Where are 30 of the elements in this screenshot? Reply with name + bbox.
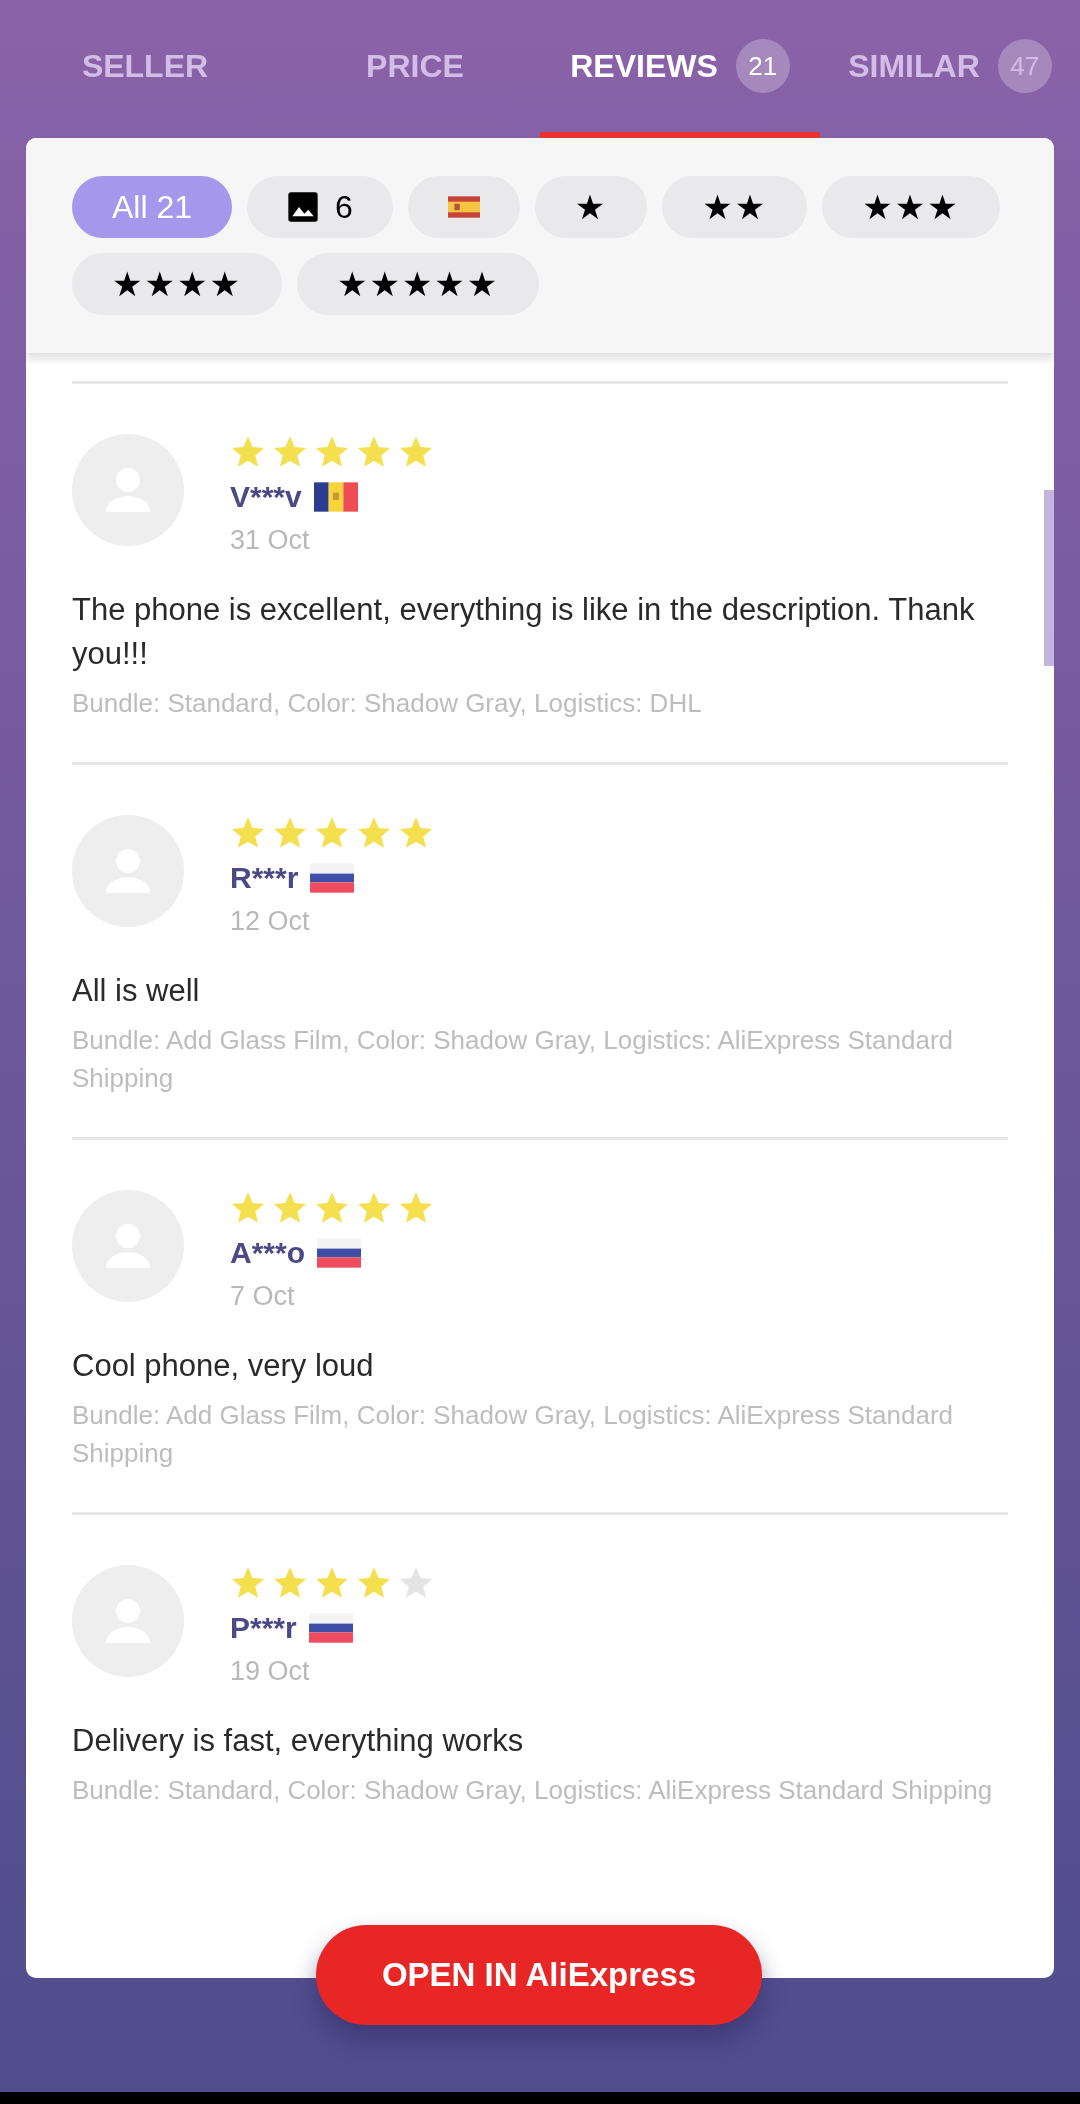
review-text: The phone is excellent, everything is like in the description. Thank you!!! [72,591,976,673]
image-icon [287,191,320,223]
review-date: 12 Oct [230,905,311,938]
flag-icon [313,482,358,512]
review-text: All is well [72,972,201,1010]
review-details: Bundle: Standard, Color: Shadow Gray, Logistics: DHL [72,687,703,720]
count-badge: 21 [735,39,790,93]
reviewer-name: A***o [230,1235,305,1271]
filter-chip[interactable]: ★★ [662,176,808,238]
reviewer-name: V***v [230,479,302,515]
filter-chip[interactable]: ★★★★★ [296,253,540,315]
review-details: Bundle: Standard, Color: Shadow Gray, Logistics: AliExpress Standard Shipping [72,1774,994,1807]
review-text: Delivery is fast, everything works [72,1722,525,1760]
reviewer-name: P***r [230,1610,297,1646]
flag-icon [310,863,355,893]
filter-chip[interactable]: ★★★★ [72,253,282,315]
review-details: Bundle: Add Glass Film, Color: Shadow Gray, Logistics: AliExpress Standard Shipping [72,1024,955,1095]
flag-icon [308,1613,353,1643]
open-button[interactable]: OPEN IN AliExpress [316,1925,762,2025]
filter-chip[interactable]: 6 [247,176,393,238]
review-date: 19 Oct [230,1655,311,1688]
reviewer-name: R***r [230,860,299,896]
review-date: 7 Oct [230,1280,296,1313]
flag-icon [447,196,480,218]
review-details: Bundle: Add Glass Film, Color: Shadow Gray, Logistics: AliExpress Standard Shipping [72,1399,955,1470]
filter-chip[interactable]: ★★★ [822,176,1000,238]
filter-chip[interactable]: ★ [534,176,648,238]
review-text: Cool phone, very loud [72,1347,375,1385]
review-date: 31 Oct [230,524,311,557]
flag-icon [317,1238,361,1268]
